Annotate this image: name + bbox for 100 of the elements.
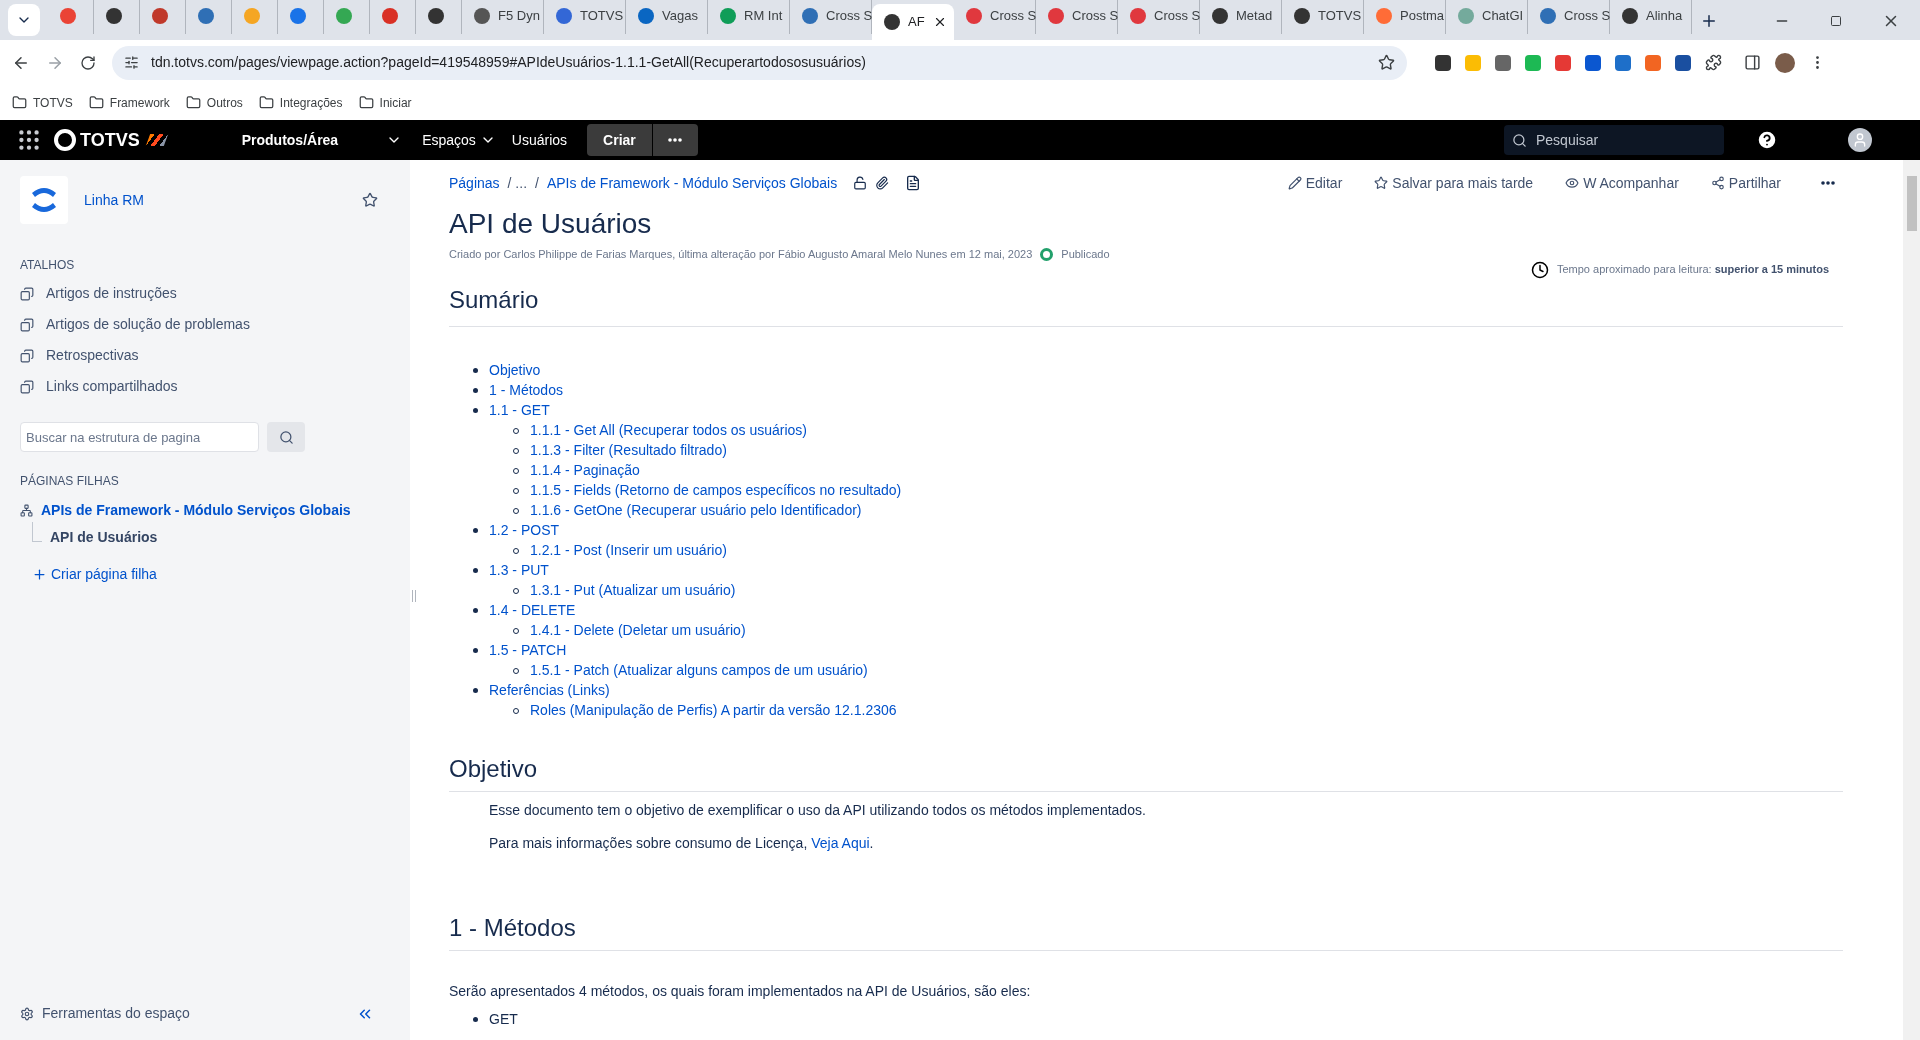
toc-link[interactable]: 1.5.1 - Patch (Atualizar alguns campos de um usuário) [530,660,868,681]
address-bar[interactable]: tdn.totvs.com/pages/viewpage.action?pageId=419548959#APIdeUsuários-1.1.1-GetAll(Recuperartodososusuários) [112,45,1407,80]
byline: Criado por Carlos Philippe de Farias Marques, última alteração por Fábio Augusto Amaral Melo Nunes em 12 mai, 2023 [449,247,1033,262]
browser-tab[interactable]: Cross S [1528,0,1610,34]
browser-tab[interactable]: Metad [1200,0,1282,34]
more-button[interactable] [652,124,698,156]
browser-tab[interactable]: Alinha [1610,0,1692,34]
space-tools-button[interactable]: Ferramentas do espaço [20,1003,190,1024]
toc-link[interactable]: 1.1.5 - Fields (Retorno de campos específicos no resultado) [530,480,902,501]
browser-tab[interactable]: RM Int [708,0,790,34]
page-action-button[interactable]: W Acompanhar [1565,172,1679,194]
app-switcher-icon[interactable] [16,127,42,153]
extension-icon[interactable] [1495,54,1511,71]
restore-icon[interactable] [1830,15,1842,27]
toc-link[interactable]: 1.2.1 - Post (Inserir um usuário) [530,540,727,561]
nav-dropdown[interactable]: Produtos/Área [229,124,415,156]
toc-link[interactable]: Objetivo [489,360,541,381]
shortcut-link[interactable]: Links compartilhados [20,371,390,402]
search-field[interactable]: Buscar na estrutura de pagina [20,422,259,452]
bookmark-folder[interactable]: TOTVS [12,93,73,112]
space-logo[interactable] [20,176,68,224]
tree-item[interactable]: APIs de Framework - Módulo Serviços Globais [20,498,390,522]
tab-title: Cross S [1072,7,1119,26]
space-name[interactable]: Linha RM [84,189,346,211]
paperclip-icon[interactable] [875,176,890,190]
folder-icon [88,95,104,110]
toc-link[interactable]: 1.1 - GET [489,400,550,421]
toc-link[interactable]: 1.1.3 - Filter (Resultado filtrado) [530,440,727,461]
browser-tab[interactable]: Cross S [1118,0,1200,34]
browser-tab[interactable]: TOTVS [544,0,626,34]
clock-icon [1530,260,1549,279]
browser-tab[interactable]: Cross S [1036,0,1118,34]
create-button[interactable]: Criar [587,124,652,156]
breadcrumb: / ... [507,173,528,193]
page-action-button[interactable]: Editar [1287,172,1343,194]
new-tab-icon[interactable] [1700,12,1718,30]
site-info-icon[interactable] [124,55,139,70]
toc-link[interactable]: Roles (Manipulação de Perfis) A partir da versão 12.1.2306 [530,700,897,721]
folder-icon [12,95,27,110]
profile-avatar[interactable] [1775,52,1795,73]
unlock-icon[interactable] [853,176,868,190]
toc-link[interactable]: 1.3.1 - Put (Atualizar um usuário) [530,580,736,601]
shortcut-link[interactable]: Artigos de solução de problemas [20,309,390,340]
url-text: tdn.totvs.com/pages/viewpage.action?pageId=419548959#APIdeUsuários-1.1.1-GetAll(Recuperartodososusuários) [151,53,867,72]
nav-link[interactable]: Usuários [503,124,576,156]
toc-link[interactable]: 1.1.1 - Get All (Recuperar todos os usuários) [530,420,808,441]
tree-item[interactable]: API de Usuários [50,527,158,548]
section-heading: 1 - Métodos [449,909,1843,951]
section-heading: Sumário [449,281,1843,327]
link[interactable]: Veja Aqui [811,834,870,851]
tab-title: Alinha [1646,7,1683,26]
toc-link[interactable]: 1 - Métodos [489,380,563,401]
toc-link[interactable]: 1.2 - POST [489,520,560,541]
bookmark-folder[interactable]: Outros [185,93,243,112]
toc-link[interactable]: 1.3 - PUT [489,560,549,581]
tab-search-button[interactable] [8,4,40,36]
star-icon[interactable] [362,192,378,208]
browser-tab[interactable]: Cross S [954,0,1036,34]
paragraph: Esse documento tem o objetivo de exemplificar o uso da API utilizando todos os métodos implementados. [489,800,1147,820]
toc-link[interactable]: 1.5 - PATCH [489,640,567,661]
extensions-icon[interactable] [1705,54,1722,71]
create-child-link[interactable]: Criar página filha [32,564,390,585]
toc-link[interactable]: 1.4.1 - Delete (Deletar um usuário) [530,620,746,641]
help-icon[interactable] [1756,129,1778,151]
toc-link[interactable]: Referências (Links) [489,680,610,701]
browser-tab[interactable]: ChatGI [1446,0,1528,34]
scrollbar[interactable] [1903,160,1920,1040]
toc-link[interactable]: 1.4 - DELETE [489,600,576,621]
document-icon[interactable] [905,175,922,191]
toc-link[interactable]: 1.1.6 - GetOne (Recuperar usuário pelo Identificador) [530,500,862,521]
bookmark-folder[interactable]: Iniciar [358,93,412,112]
reload-icon[interactable] [80,54,96,71]
extension-icon[interactable] [1435,54,1451,71]
user-avatar[interactable] [1848,128,1872,152]
browser-tab[interactable]: TOTVS [1282,0,1364,34]
extension-icon[interactable] [1585,54,1601,71]
side-panel-icon[interactable] [1744,54,1761,71]
more-icon[interactable] [1821,181,1835,185]
search-field[interactable]: Pesquisar [1504,125,1724,155]
extension-icon[interactable] [1675,54,1691,71]
browser-tab[interactable]: F5 Dyn [462,0,544,34]
page-action-button[interactable]: Salvar para mais tarde [1374,172,1534,194]
browser-tab[interactable]: AF [872,4,954,40]
browser-tab[interactable]: Postma [1364,0,1446,34]
paragraph: Para mais informações sobre consumo de Licença, Veja Aqui. [489,833,875,853]
page-action-button[interactable]: Partilhar [1710,172,1781,194]
shortcut-link[interactable]: Artigos de instruções [20,278,390,309]
breadcrumb[interactable]: Páginas [449,172,500,194]
bookmark-star-icon[interactable] [1378,54,1395,71]
browser-tab[interactable]: Vagas [626,0,708,34]
breadcrumb[interactable]: APIs de Framework - Módulo Serviços Globais [546,172,838,194]
toc-link[interactable]: 1.1.4 - Paginação [530,460,640,481]
bookmark-folder[interactable]: Integrações [258,93,343,112]
nav-dropdown[interactable]: Espaços [414,124,504,156]
bookmark-folder[interactable]: Framework [88,93,170,112]
search-button[interactable] [267,422,305,452]
tab-title: Cross S [1154,7,1201,26]
folder-icon [185,95,201,110]
tab-title: TOTVS [580,7,624,26]
shortcut-link[interactable]: Retrospectivas [20,340,390,371]
